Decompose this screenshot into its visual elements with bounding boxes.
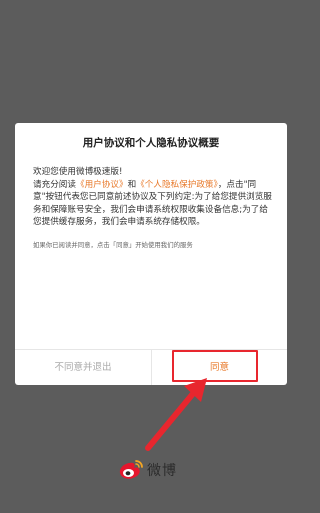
brand-name: 微博 bbox=[147, 463, 177, 479]
weibo-logo-icon bbox=[119, 460, 143, 479]
agreement-paragraph: 请充分阅读《用户协议》和《个人隐私保护政策》，点击"同意"按钮代表您已同意前述协… bbox=[33, 179, 273, 229]
consent-note: 如果你已阅读并同意，点击「同意」开始使用我们的服务 bbox=[33, 241, 193, 249]
disagree-exit-button[interactable]: 不同意并退出 bbox=[15, 350, 151, 385]
body-text-and: 和 bbox=[127, 179, 137, 190]
dialog-body: 欢迎您使用微博极速版! 请充分阅读《用户协议》和《个人隐私保护政策》，点击"同意… bbox=[33, 166, 273, 229]
brand-footer: 微博 bbox=[118, 458, 177, 482]
dialog-title: 用户协议和个人隐私协议概要 bbox=[82, 137, 220, 149]
agreement-dialog: 用户协议和个人隐私协议概要 欢迎您使用微博极速版! 请充分阅读《用户协议》和《个… bbox=[15, 123, 287, 385]
agree-button[interactable]: 同意 bbox=[152, 350, 287, 385]
user-agreement-link[interactable]: 《用户协议》 bbox=[76, 180, 128, 190]
body-text-before-links: 请充分阅读 bbox=[33, 179, 76, 190]
greeting-text: 欢迎您使用微博极速版! bbox=[33, 167, 123, 177]
privacy-policy-link[interactable]: 《个人隐私保护政策》 bbox=[136, 180, 218, 190]
